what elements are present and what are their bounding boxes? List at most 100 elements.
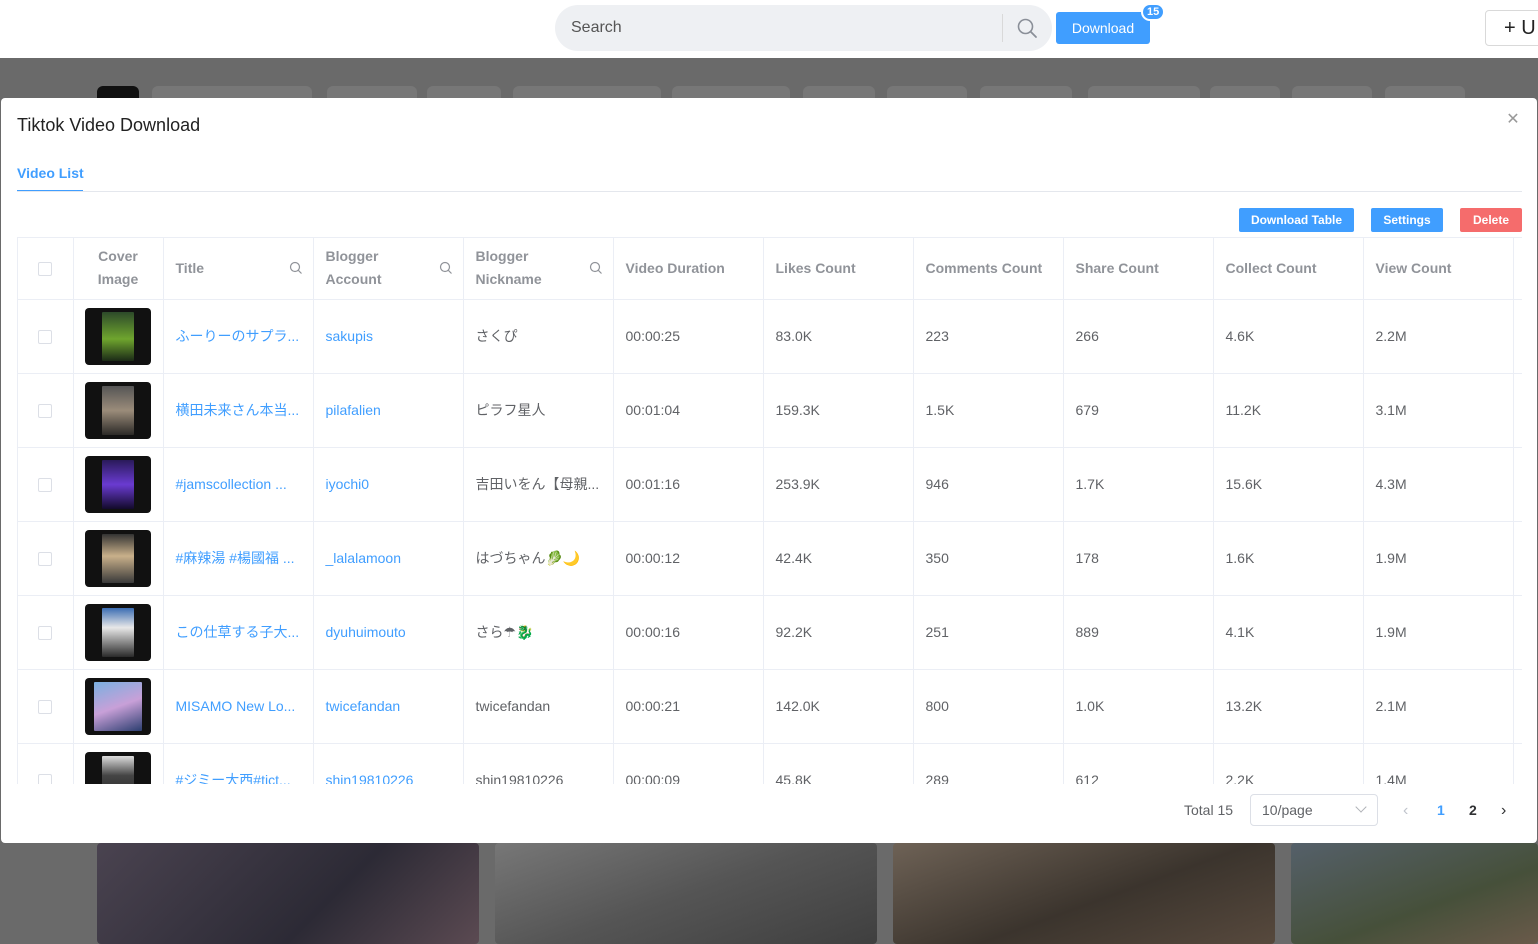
cover-image[interactable] bbox=[85, 529, 151, 587]
table-row[interactable]: MISAMO New Lo... twicefandan twicefandan… bbox=[18, 669, 1522, 744]
cover-image[interactable] bbox=[85, 751, 151, 784]
delete-button[interactable]: Delete bbox=[1460, 208, 1522, 232]
cover-image[interactable] bbox=[85, 381, 151, 439]
account-cell[interactable]: sakupis bbox=[313, 299, 464, 374]
row-checkbox[interactable] bbox=[38, 700, 53, 715]
title-cell[interactable]: ふーりーのサプラ... bbox=[163, 299, 314, 374]
search-icon[interactable] bbox=[589, 261, 603, 275]
search-input[interactable] bbox=[571, 17, 991, 39]
account-link[interactable]: dyuhuimouto bbox=[326, 624, 406, 640]
account-cell[interactable]: shin19810226 bbox=[313, 743, 464, 784]
row-checkbox[interactable] bbox=[38, 552, 53, 567]
duration-cell: 00:00:16 bbox=[613, 595, 764, 670]
nickname-cell: はづちゃん🥬🌙 bbox=[463, 521, 614, 596]
bg-video-thumbnail bbox=[495, 843, 877, 944]
account-cell[interactable]: pilafalien bbox=[313, 373, 464, 448]
title-cell[interactable]: #麻辣湯 #楊國福 ... bbox=[163, 521, 314, 596]
cover-cell bbox=[73, 373, 164, 448]
row-checkbox[interactable] bbox=[38, 626, 53, 641]
download-button[interactable]: Download bbox=[1056, 12, 1150, 44]
select-all-checkbox[interactable] bbox=[38, 262, 53, 277]
search-icon[interactable] bbox=[1016, 17, 1038, 39]
table-row[interactable]: この仕草する子大... dyuhuimouto さら☂🐉 00:00:16 92… bbox=[18, 595, 1522, 670]
row-checkbox[interactable] bbox=[38, 478, 53, 493]
cover-image[interactable] bbox=[85, 603, 151, 661]
table-row[interactable]: #jamscollection ... iyochi0 吉田いをん【母親... … bbox=[18, 447, 1522, 522]
cover-image[interactable] bbox=[85, 677, 151, 735]
likes-cell: 92.2K bbox=[763, 595, 914, 670]
comments-cell: 251 bbox=[913, 595, 1064, 670]
search-icon[interactable] bbox=[289, 261, 303, 275]
row-checkbox[interactable] bbox=[38, 330, 53, 345]
table-row[interactable]: #麻辣湯 #楊國福 ... _lalalamoon はづちゃん🥬🌙 00:00:… bbox=[18, 521, 1522, 596]
column-header: Collect Count bbox=[1213, 238, 1364, 300]
account-link[interactable]: sakupis bbox=[326, 328, 373, 344]
row-checkbox[interactable] bbox=[38, 774, 53, 784]
column-header-label: Blogger Account bbox=[325, 248, 382, 288]
title-link[interactable]: #ジミー大西#tict... bbox=[176, 772, 291, 784]
shares-cell: 612 bbox=[1063, 743, 1214, 784]
overflow-cell bbox=[1513, 373, 1522, 448]
row-checkbox-cell bbox=[18, 299, 74, 374]
title-link[interactable]: この仕草する子大... bbox=[176, 624, 300, 640]
column-header-label: Title bbox=[175, 259, 205, 276]
column-header: Blogger Nickname bbox=[463, 238, 614, 300]
search-box[interactable] bbox=[555, 5, 1052, 51]
title-cell[interactable]: 横田未来さん本当... bbox=[163, 373, 314, 448]
title-cell[interactable]: #ジミー大西#tict... bbox=[163, 743, 314, 784]
row-checkbox-cell bbox=[18, 743, 74, 784]
account-link[interactable]: _lalalamoon bbox=[326, 550, 402, 566]
table-row[interactable]: #ジミー大西#tict... shin19810226 shin19810226… bbox=[18, 743, 1522, 784]
title-link[interactable]: MISAMO New Lo... bbox=[176, 698, 296, 714]
chevron-right-icon[interactable]: › bbox=[1501, 802, 1506, 820]
column-header-label: Blogger Nickname bbox=[475, 248, 542, 288]
title-cell[interactable]: MISAMO New Lo... bbox=[163, 669, 314, 744]
modal-title: Tiktok Video Download bbox=[17, 115, 201, 135]
account-link[interactable]: pilafalien bbox=[326, 402, 381, 418]
table-row[interactable]: ふーりーのサプラ... sakupis さくぴ 00:00:25 83.0K 2… bbox=[18, 299, 1522, 374]
collects-cell: 15.6K bbox=[1213, 447, 1364, 522]
account-link[interactable]: shin19810226 bbox=[326, 772, 414, 784]
duration-cell: 00:00:25 bbox=[613, 299, 764, 374]
chevron-left-icon[interactable]: ‹ bbox=[1403, 802, 1408, 820]
overflow-cell bbox=[1513, 447, 1522, 522]
collects-cell: 11.2K bbox=[1213, 373, 1364, 448]
tab-video-list[interactable]: Video List bbox=[17, 165, 84, 181]
likes-cell: 45.8K bbox=[763, 743, 914, 784]
views-cell: 3.1M bbox=[1363, 373, 1514, 448]
title-link[interactable]: #麻辣湯 #楊國福 ... bbox=[176, 550, 295, 566]
account-cell[interactable]: twicefandan bbox=[313, 669, 464, 744]
close-icon[interactable]: ✕ bbox=[1503, 110, 1523, 130]
account-link[interactable]: iyochi0 bbox=[326, 476, 370, 492]
cover-image[interactable] bbox=[85, 455, 151, 513]
page-number-1[interactable]: 1 bbox=[1437, 802, 1445, 818]
title-link[interactable]: #jamscollection ... bbox=[176, 476, 287, 492]
download-table-button[interactable]: Download Table bbox=[1239, 208, 1354, 232]
title-link[interactable]: ふーりーのサプラ... bbox=[176, 328, 300, 344]
account-link[interactable]: twicefandan bbox=[326, 698, 401, 714]
column-header: Video Duration bbox=[613, 238, 764, 300]
account-cell[interactable]: dyuhuimouto bbox=[313, 595, 464, 670]
table-row[interactable]: 横田未来さん本当... pilafalien ピラフ星人 00:01:04 15… bbox=[18, 373, 1522, 448]
account-cell[interactable]: iyochi0 bbox=[313, 447, 464, 522]
video-table[interactable]: Cover Image Title Blogger Account Blogge… bbox=[17, 237, 1522, 784]
title-cell[interactable]: #jamscollection ... bbox=[163, 447, 314, 522]
overflow-cell bbox=[1513, 669, 1522, 744]
collects-cell: 4.6K bbox=[1213, 299, 1364, 374]
nickname-cell: 吉田いをん【母親... bbox=[463, 447, 614, 522]
settings-button[interactable]: Settings bbox=[1371, 208, 1443, 232]
duration-cell: 00:00:09 bbox=[613, 743, 764, 784]
new-button[interactable]: + U bbox=[1485, 10, 1538, 46]
page-size-select[interactable]: 10/page bbox=[1250, 794, 1378, 826]
likes-cell: 253.9K bbox=[763, 447, 914, 522]
account-cell[interactable]: _lalalamoon bbox=[313, 521, 464, 596]
cover-image[interactable] bbox=[85, 307, 151, 365]
shares-cell: 1.0K bbox=[1063, 669, 1214, 744]
row-checkbox[interactable] bbox=[38, 404, 53, 419]
row-checkbox-cell bbox=[18, 447, 74, 522]
page-number-2[interactable]: 2 bbox=[1469, 802, 1477, 818]
search-icon[interactable] bbox=[439, 261, 453, 275]
title-cell[interactable]: この仕草する子大... bbox=[163, 595, 314, 670]
cover-cell bbox=[73, 669, 164, 744]
title-link[interactable]: 横田未来さん本当... bbox=[176, 402, 300, 418]
